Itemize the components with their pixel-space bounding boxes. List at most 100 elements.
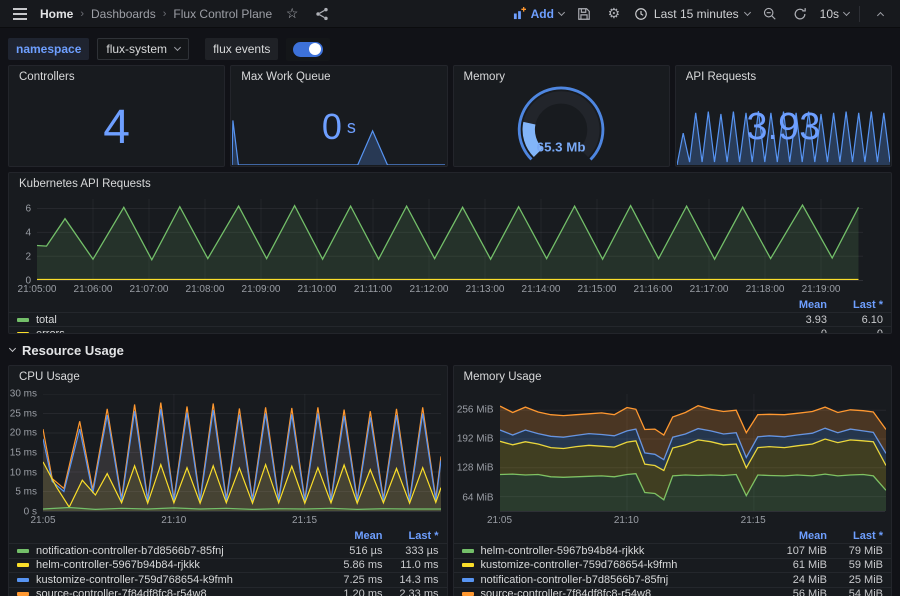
cpu-usage-plot[interactable] xyxy=(43,394,441,512)
panel-title[interactable]: CPU Usage xyxy=(9,366,447,388)
legend-mean-header[interactable]: Mean xyxy=(763,530,827,542)
cpu-usage-panel: CPU Usage 0 s5 ms10 ms15 ms20 ms25 ms30 … xyxy=(8,365,448,596)
stats-row: Controllers 4 Max Work Queue 0 s Memory xyxy=(8,65,892,167)
x-axis-tick: 21:13:00 xyxy=(466,284,505,295)
add-panel-icon xyxy=(513,7,526,20)
save-dashboard-icon[interactable] xyxy=(574,4,594,24)
legend-row[interactable]: kustomize-controller-759d768654-k9fmh 61… xyxy=(454,558,892,573)
x-axis-tick: 21:05:00 xyxy=(18,284,57,295)
legend-row[interactable]: helm-controller-5967b94b84-rjkkk 107 MiB… xyxy=(454,543,892,558)
series-last-value: 14.3 ms xyxy=(383,574,439,586)
panel-title[interactable]: Kubernetes API Requests xyxy=(9,173,891,195)
y-axis-tick: 256 MiB xyxy=(457,405,494,416)
share-icon[interactable] xyxy=(312,4,332,24)
breadcrumb-separator: › xyxy=(163,8,167,20)
legend-row[interactable]: helm-controller-5967b94b84-rjkkk 5.86 ms… xyxy=(9,558,447,573)
work-queue-value: 0 xyxy=(322,106,342,148)
series-last-value: 333 µs xyxy=(383,545,439,557)
series-color-swatch xyxy=(462,578,474,582)
namespace-variable-label: namespace xyxy=(8,38,89,60)
series-mean-value: 56 MiB xyxy=(763,588,827,596)
breadcrumb-home[interactable]: Home xyxy=(40,7,73,21)
flux-events-toggle-box xyxy=(286,38,330,61)
memory-usage-plot[interactable] xyxy=(500,394,886,512)
y-axis-tick: 6 xyxy=(25,203,31,214)
refresh-interval-dropdown[interactable]: 10s xyxy=(820,7,849,21)
legend-row[interactable]: total 3.93 6.10 xyxy=(9,312,891,326)
series-mean-value: 516 µs xyxy=(319,545,383,557)
zoom-out-time-icon[interactable] xyxy=(760,4,780,24)
toolbar-divider xyxy=(859,6,860,22)
legend-mean-header[interactable]: Mean xyxy=(319,530,383,542)
breadcrumb-current[interactable]: Flux Control Plane xyxy=(173,7,272,21)
namespace-variable-dropdown[interactable]: flux-system xyxy=(97,38,189,60)
chevron-down-icon xyxy=(843,8,850,15)
series-label: notification-controller-b7d8566b7-85fnj xyxy=(481,574,764,586)
namespace-variable-value: flux-system xyxy=(106,42,167,56)
panel-title[interactable]: Memory xyxy=(454,66,669,88)
star-icon[interactable]: ☆ xyxy=(282,4,302,24)
series-mean-value: 7.25 ms xyxy=(319,574,383,586)
series-mean-value: 24 MiB xyxy=(763,574,827,586)
chevron-down-icon xyxy=(558,8,565,15)
y-axis-tick: 25 ms xyxy=(10,408,37,419)
y-axis-tick: 128 MiB xyxy=(457,463,494,474)
work-queue-unit: s xyxy=(347,117,356,138)
dashboard-settings-gear-icon[interactable]: ⚙ xyxy=(604,4,624,24)
series-mean-value: 107 MiB xyxy=(763,545,827,557)
series-last-value: 59 MiB xyxy=(827,559,883,571)
legend-last-header[interactable]: Last * xyxy=(827,299,883,311)
menu-hamburger-icon[interactable] xyxy=(10,4,30,24)
grafana-dashboard: Home › Dashboards › Flux Control Plane ☆… xyxy=(0,0,900,596)
panel-title[interactable]: Controllers xyxy=(9,66,224,88)
series-color-swatch xyxy=(462,563,474,567)
refresh-icon[interactable] xyxy=(790,4,810,24)
memory-gauge-value: 65.3 Mb xyxy=(537,140,586,155)
controllers-panel: Controllers 4 xyxy=(8,65,225,167)
k8s-api-requests-plot[interactable] xyxy=(37,199,863,281)
series-last-value: 6.10 xyxy=(827,314,883,326)
panel-title[interactable]: Memory Usage xyxy=(454,366,892,388)
series-mean-value: 1.20 ms xyxy=(319,588,383,596)
legend-row[interactable]: errors 0 0 xyxy=(9,326,891,334)
memory-gauge-panel: Memory 65.3 Mb xyxy=(453,65,670,167)
time-range-picker[interactable]: Last 15 minutes xyxy=(634,7,750,21)
x-axis-tick: 21:10 xyxy=(614,515,639,526)
series-last-value: 0 xyxy=(827,328,883,335)
y-axis-tick: 192 MiB xyxy=(457,434,494,445)
x-axis-tick: 21:16:00 xyxy=(634,284,673,295)
x-axis-tick: 21:17:00 xyxy=(690,284,729,295)
legend-row[interactable]: notification-controller-b7d8566b7-85fnj … xyxy=(454,572,892,587)
breadcrumb-dashboards[interactable]: Dashboards xyxy=(91,7,156,21)
y-axis-tick: 64 MiB xyxy=(462,492,493,503)
series-mean-value: 3.93 xyxy=(763,314,827,326)
x-axis-tick: 21:12:00 xyxy=(410,284,449,295)
max-work-queue-panel: Max Work Queue 0 s xyxy=(230,65,447,167)
x-axis-tick: 21:10:00 xyxy=(298,284,337,295)
legend-header: Mean Last * xyxy=(9,298,891,312)
legend-row[interactable]: source-controller-7f84df8fc8-r54w8 56 Mi… xyxy=(454,587,892,596)
section-collapse-chevron-icon xyxy=(9,345,16,352)
add-panel-button[interactable]: Add xyxy=(513,7,564,21)
resource-usage-section-header[interactable]: Resource Usage xyxy=(8,337,892,363)
y-axis-tick: 10 ms xyxy=(10,467,37,478)
legend-last-header[interactable]: Last * xyxy=(827,530,883,542)
controllers-value: 4 xyxy=(103,100,130,155)
y-axis-tick: 30 ms xyxy=(10,389,37,400)
legend-mean-header[interactable]: Mean xyxy=(763,299,827,311)
collapse-toolbar-chevron-up-icon[interactable] xyxy=(870,4,890,24)
legend-row[interactable]: source-controller-7f84df8fc8-r54w8 1.20 … xyxy=(9,587,447,596)
chevron-down-icon xyxy=(744,8,751,15)
series-label: errors xyxy=(36,328,763,335)
flux-events-toggle[interactable] xyxy=(293,42,323,57)
panel-title[interactable]: API Requests xyxy=(676,66,891,88)
series-color-swatch xyxy=(17,549,29,553)
panel-title[interactable]: Max Work Queue xyxy=(231,66,446,88)
dashboard-variables-row: namespace flux-system flux events xyxy=(8,33,892,65)
legend-row[interactable]: kustomize-controller-759d768654-k9fmh 7.… xyxy=(9,572,447,587)
series-mean-value: 0 xyxy=(763,328,827,335)
legend-row[interactable]: notification-controller-b7d8566b7-85fnj … xyxy=(9,543,447,558)
series-mean-value: 5.86 ms xyxy=(319,559,383,571)
legend-last-header[interactable]: Last * xyxy=(383,530,439,542)
series-label: helm-controller-5967b94b84-rjkkk xyxy=(36,559,319,571)
